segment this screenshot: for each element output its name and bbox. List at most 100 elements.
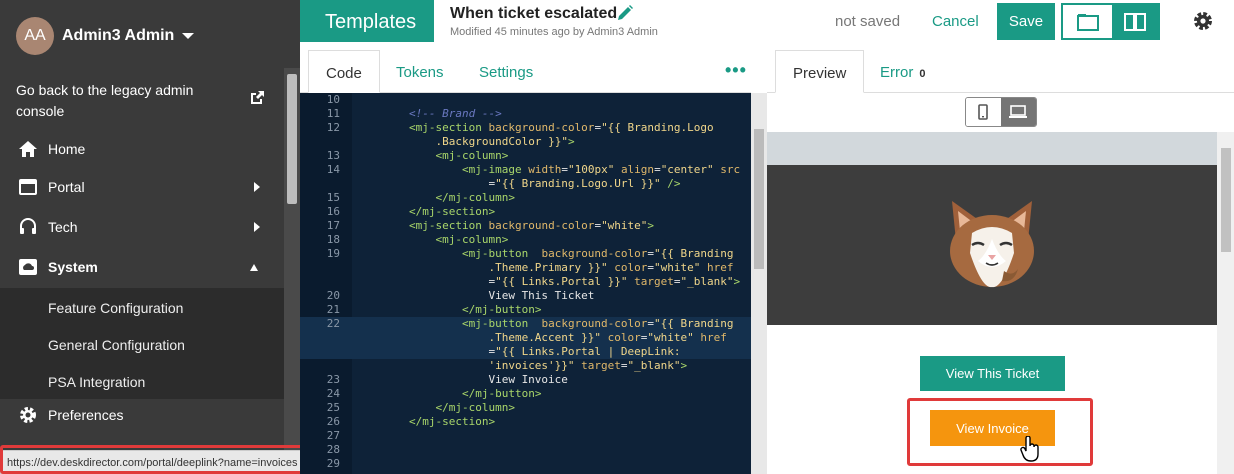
code-line: 11 <!-- Brand --> [300,107,751,121]
line-number: 27 [326,429,340,442]
code-line: 12 <mj-section background-color="{{ Bran… [300,121,751,135]
subnav-general-configuration[interactable]: General Configuration [48,337,185,353]
caret-down-icon [182,33,195,39]
nav-label: Tech [48,219,78,235]
user-name: Admin3 Admin [62,27,175,44]
line-number: 13 [326,149,340,162]
legacy-console-link[interactable]: Go back to the legacy admin console [16,80,226,122]
nav-item-tech[interactable]: Tech [0,208,284,246]
hand-cursor-icon [1020,436,1039,462]
nav-item-home[interactable]: Home [0,130,284,168]
line-number: 23 [326,373,340,386]
code-line: 18 <mj-column> [300,233,751,247]
editor-tabs: Code Tokens Settings ••• [300,50,751,93]
line-number: 28 [326,443,340,456]
sidebar-scrollbar[interactable] [284,68,300,474]
line-number: 29 [326,457,340,470]
preview-scrollbar[interactable] [1217,132,1234,474]
code-text: <!-- Brand --> [408,107,502,120]
line-number: 16 [326,205,340,218]
brand-section [767,165,1217,325]
code-line: 19 <mj-button background-color="{{ Brand… [300,247,751,261]
single-pane-icon [1076,13,1099,31]
code-line: .BackgroundColor }}"> [300,135,751,149]
nav-label: System [48,259,98,275]
desktop-view-button[interactable] [1000,98,1036,126]
subnav-feature-configuration[interactable]: Feature Configuration [48,300,183,316]
subnav-psa-integration[interactable]: PSA Integration [48,374,145,390]
code-text: .BackgroundColor }}"> [435,135,575,148]
save-status: not saved [835,13,901,30]
code-text: View Invoice [356,373,568,386]
line-number: 12 [326,121,340,134]
code-line: 28 [300,443,751,457]
scrollbar-thumb[interactable] [1221,148,1231,252]
line-number: 26 [326,415,340,428]
tab-code[interactable]: Code [308,50,380,93]
code-line: ="{{ Branding.Logo.Url }}" /> [300,177,751,191]
tab-error-label: Error [880,64,914,81]
code-text: ="{{ Links.Portal }}" target="_blank"> [356,275,741,288]
nav-item-preferences[interactable]: Preferences [0,396,284,434]
line-number: 20 [326,289,340,302]
layout-split-button[interactable] [1112,5,1158,38]
line-number: 25 [326,401,340,414]
preview-tabs: Preview Error 0 [767,50,1234,93]
code-text: <mj-section background-color="{{ Brandin… [408,121,714,134]
code-line: 17 <mj-section background-color="white"> [300,219,751,233]
save-button[interactable]: Save [997,3,1055,40]
settings-gear-icon[interactable] [1192,10,1214,32]
code-text: .Theme.Primary }}" color="white" href [488,261,734,274]
highlight-box-invoice [907,398,1093,466]
cat-logo [950,201,1034,288]
code-line: .Theme.Primary }}" color="white" href [300,261,751,275]
more-options-icon[interactable]: ••• [725,60,747,81]
view-ticket-button[interactable]: View This Ticket [920,356,1065,391]
code-text: ="{{ Links.Portal | DeepLink: [356,345,681,358]
code-text: <mj-section background-color="white"> [408,219,655,232]
nav-item-portal[interactable]: Portal [0,168,284,206]
external-link-icon[interactable] [249,90,265,106]
code-line: 20 View This Ticket [300,289,751,303]
code-text: </mj-button> [461,303,542,316]
code-line: 16 </mj-section> [300,205,751,219]
modified-info: Modified 45 minutes ago by Admin3 Admin [450,26,658,38]
nav-label: Preferences [48,407,124,423]
mobile-view-button[interactable] [966,98,1001,126]
template-title: When ticket escalated [450,5,618,22]
line-number: 14 [326,163,340,176]
code-line: 22 <mj-button background-color="{{ Brand… [300,317,751,331]
code-text: <mj-column> [435,233,509,246]
layout-single-button[interactable] [1063,5,1112,38]
layout-toggle [1061,3,1160,40]
sidebar: AA Admin3 Admin Go back to the legacy ad… [0,0,300,474]
chevron-right-icon [254,182,260,192]
tab-tokens[interactable]: Tokens [396,50,444,93]
code-line: 15 </mj-column> [300,191,751,205]
code-text: </mj-column> [435,191,515,204]
headset-icon [18,217,38,237]
user-menu[interactable]: AA Admin3 Admin [16,17,195,55]
tab-settings[interactable]: Settings [479,50,533,93]
line-number: 10 [326,93,340,106]
code-line: 23 View Invoice [300,373,751,387]
code-line: 27 [300,429,751,443]
scrollbar-thumb[interactable] [287,74,297,204]
tab-preview[interactable]: Preview [775,50,865,93]
cloud-icon [18,257,38,277]
pencil-icon[interactable] [616,4,634,22]
chevron-up-icon [250,263,258,271]
editor-scrollbar[interactable] [751,93,767,474]
cancel-button[interactable]: Cancel [932,13,979,30]
line-number: 18 [326,233,340,246]
scrollbar-thumb[interactable] [754,129,764,269]
code-text: <mj-column> [435,149,509,162]
code-text: </mj-column> [435,401,515,414]
nav-item-system[interactable]: System [0,248,284,286]
line-number: 19 [326,247,340,260]
mobile-icon [978,104,989,120]
line-number: 21 [326,303,340,316]
tab-error[interactable]: Error 0 [880,50,925,93]
code-editor[interactable]: 10 11 <!-- Brand --> 12 <mj-section backgr… [300,93,751,474]
code-line: ="{{ Links.Portal }}" target="_blank"> [300,275,751,289]
